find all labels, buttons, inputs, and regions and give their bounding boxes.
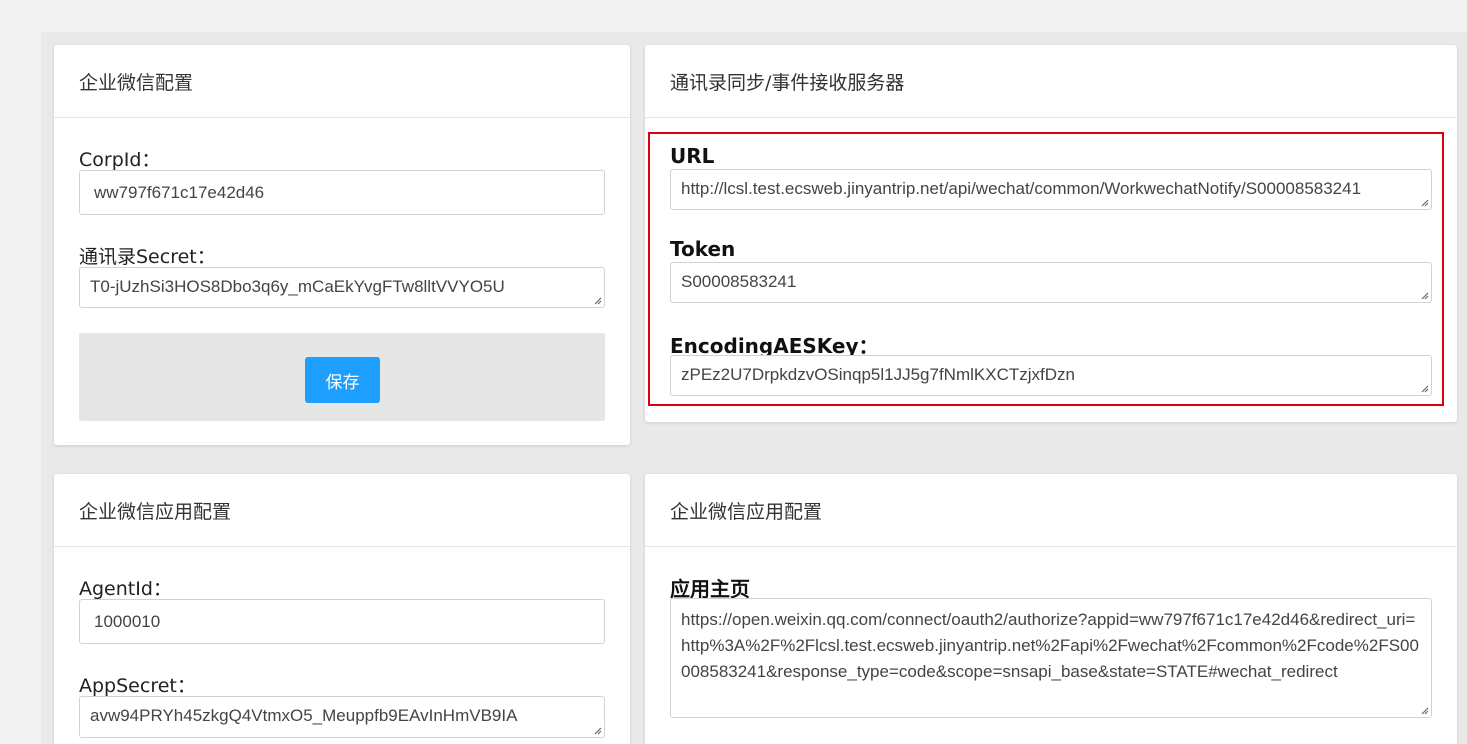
resize-grip-icon[interactable] [1419, 383, 1429, 393]
corpid-label: CorpId： [79, 149, 161, 171]
token-value: S00008583241 [681, 272, 797, 291]
main-content: 企业微信配置 CorpId： ww797f671c17e42d46 通讯录Sec… [41, 32, 1467, 744]
wecom-config-card: 企业微信配置 CorpId： ww797f671c17e42d46 通讯录Sec… [54, 45, 630, 445]
card-title: 企业微信应用配置 [645, 474, 1457, 547]
agentid-value: 1000010 [94, 611, 161, 631]
app-home-textarea[interactable]: https://open.weixin.qq.com/connect/oauth… [670, 598, 1432, 718]
appsecret-textarea[interactable]: avw94PRYh45zkgQ4VtmxO5_Meuppfb9EAvInHmVB… [79, 696, 605, 738]
agentid-label: AgentId： [79, 578, 172, 600]
sync-server-card: 通讯录同步/事件接收服务器 URL http://lcsl.test.ecswe… [645, 45, 1457, 422]
url-value: http://lcsl.test.ecsweb.jinyantrip.net/a… [681, 179, 1362, 198]
aeskey-value: zPEz2U7DrpkdzvOSinqp5l1JJ5g7fNmlKXCTzjxf… [681, 365, 1075, 384]
resize-grip-icon[interactable] [1419, 290, 1429, 300]
resize-grip-icon[interactable] [1419, 197, 1429, 207]
agentid-input[interactable]: 1000010 [79, 599, 605, 644]
token-label: Token [670, 237, 736, 261]
appsecret-label: AppSecret： [79, 675, 196, 697]
app-home-value: https://open.weixin.qq.com/connect/oauth… [681, 610, 1419, 681]
appsecret-value: avw94PRYh45zkgQ4VtmxO5_Meuppfb9EAvInHmVB… [90, 706, 518, 725]
corpid-input[interactable]: ww797f671c17e42d46 [79, 170, 605, 215]
resize-grip-icon[interactable] [1419, 705, 1429, 715]
save-button[interactable]: 保存 [305, 357, 380, 403]
app-config-card: 企业微信应用配置 AgentId： 1000010 AppSecret： avw… [54, 474, 630, 744]
url-label: URL [670, 144, 715, 168]
token-textarea[interactable]: S00008583241 [670, 262, 1432, 303]
url-textarea[interactable]: http://lcsl.test.ecsweb.jinyantrip.net/a… [670, 169, 1432, 210]
contacts-secret-label: 通讯录Secret： [79, 246, 216, 268]
card-title: 企业微信应用配置 [54, 474, 630, 547]
app-home-card: 企业微信应用配置 应用主页 https://open.weixin.qq.com… [645, 474, 1457, 744]
card-title: 通讯录同步/事件接收服务器 [645, 45, 1457, 118]
resize-grip-icon[interactable] [592, 295, 602, 305]
resize-grip-icon[interactable] [592, 725, 602, 735]
card-title: 企业微信配置 [54, 45, 630, 118]
aeskey-textarea[interactable]: zPEz2U7DrpkdzvOSinqp5l1JJ5g7fNmlKXCTzjxf… [670, 355, 1432, 396]
corpid-value: ww797f671c17e42d46 [94, 182, 265, 202]
contacts-secret-textarea[interactable]: T0-jUzhSi3HOS8Dbo3q6y_mCaEkYvgFTw8lltVVY… [79, 267, 605, 308]
contacts-secret-value: T0-jUzhSi3HOS8Dbo3q6y_mCaEkYvgFTw8lltVVY… [90, 277, 505, 296]
